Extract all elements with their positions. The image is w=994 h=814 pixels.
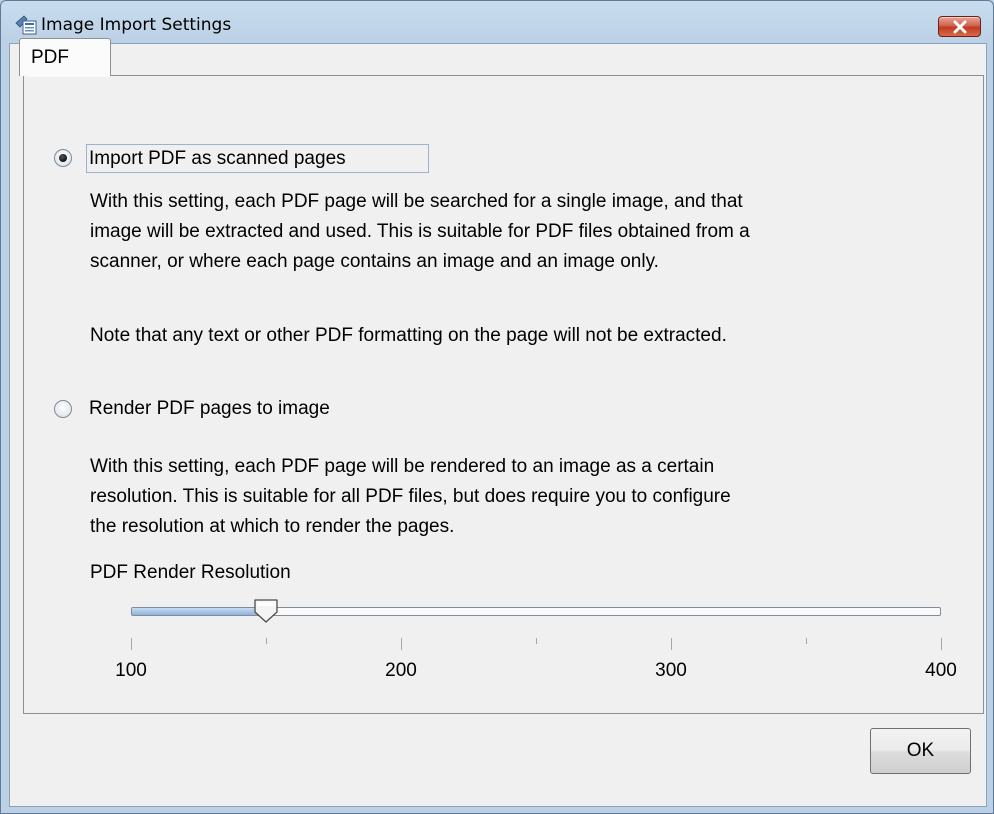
minor-tick [806, 638, 807, 644]
major-tick [131, 638, 132, 650]
tick-label: 400 [925, 660, 957, 681]
ok-button[interactable]: OK [870, 728, 971, 774]
image-settings-icon [15, 15, 37, 35]
render-description-line: With this setting, each PDF page will be… [90, 456, 715, 477]
close-button[interactable] [938, 16, 981, 37]
render-description-line: resolution. This is suitable for all PDF… [90, 486, 731, 507]
scanned-pages-label[interactable]: Import PDF as scanned pages [89, 148, 346, 170]
resolution-slider-fill [132, 608, 267, 615]
scanned-note: Note that any text or other PDF formatti… [90, 325, 727, 346]
render-pages-radio[interactable] [54, 400, 72, 418]
minor-tick [266, 638, 267, 644]
dialog-window: Image Import Settings PDF Import PDF as … [0, 0, 994, 814]
title-bar[interactable]: Image Import Settings [1, 1, 993, 43]
radio-selected-dot [59, 154, 67, 162]
tick-label: 200 [385, 660, 417, 681]
close-icon [953, 20, 967, 34]
scanned-description-line: image will be extracted and used. This i… [90, 221, 750, 242]
window-title: Image Import Settings [41, 15, 232, 35]
render-pages-label[interactable]: Render PDF pages to image [89, 398, 330, 420]
scanned-description-line: With this setting, each PDF page will be… [90, 191, 743, 212]
render-description-line: the resolution at which to render the pa… [90, 516, 455, 537]
major-tick [401, 638, 402, 650]
major-tick [941, 638, 942, 650]
tab-pdf-label: PDF [31, 47, 69, 68]
scanned-pages-radio[interactable] [54, 149, 72, 167]
resolution-slider-thumb[interactable] [253, 598, 279, 624]
tick-label: 300 [655, 660, 687, 681]
minor-tick [536, 638, 537, 644]
major-tick [671, 638, 672, 650]
resolution-label: PDF Render Resolution [90, 562, 291, 583]
scanned-description-line: scanner, or where each page contains an … [90, 251, 659, 272]
tick-label: 100 [115, 660, 147, 681]
tab-pdf[interactable]: PDF [19, 38, 111, 76]
